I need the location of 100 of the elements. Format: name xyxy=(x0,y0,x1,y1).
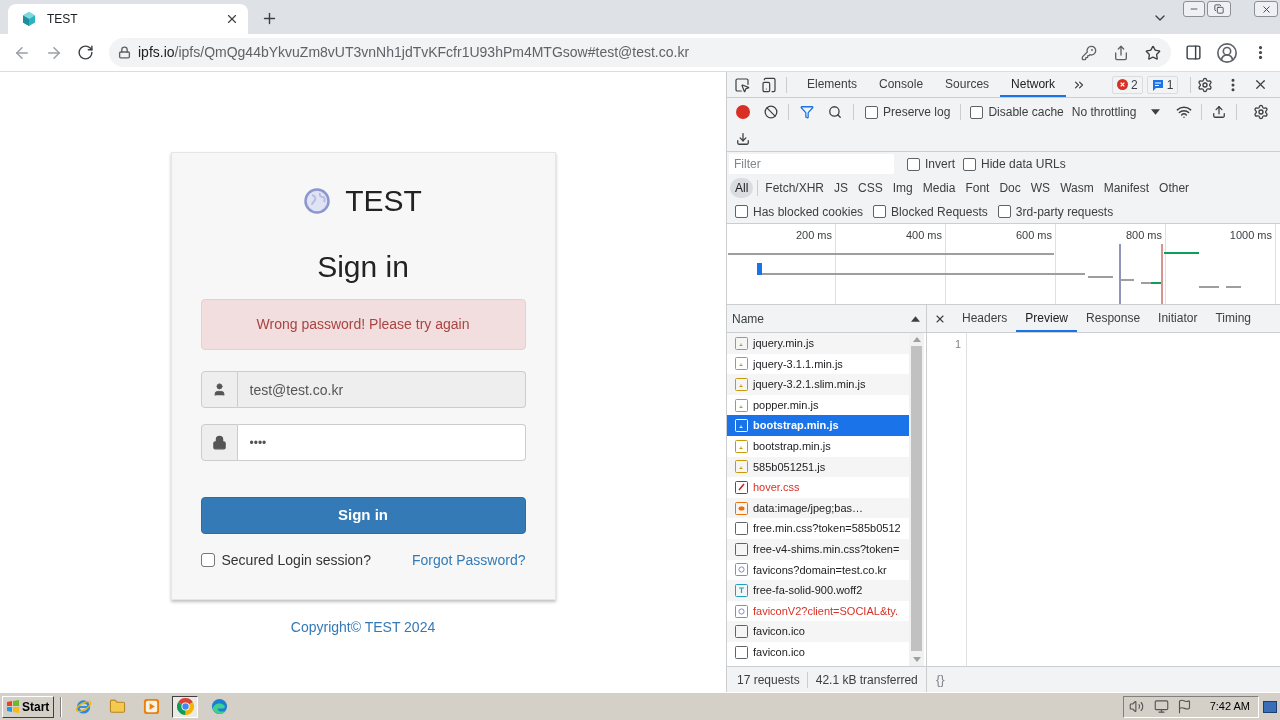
type-filter-button[interactable]: Other xyxy=(1154,178,1195,198)
panel-tab[interactable]: Elements xyxy=(796,72,869,97)
checkbox[interactable] xyxy=(735,205,748,218)
profile-icon[interactable] xyxy=(1216,41,1238,64)
settings-icon[interactable] xyxy=(1253,104,1270,120)
clear-icon[interactable] xyxy=(764,105,778,119)
throttling-dropdown[interactable]: No throttling xyxy=(1071,102,1161,122)
start-button[interactable]: Start xyxy=(2,695,54,718)
checkbox[interactable] xyxy=(865,105,878,119)
type-filter-button[interactable]: CSS xyxy=(853,178,888,198)
sign-in-button[interactable]: Sign in xyxy=(200,497,526,534)
download-icon[interactable] xyxy=(736,131,750,146)
checkbox[interactable] xyxy=(963,157,976,171)
messages-button[interactable]: 1 xyxy=(1146,75,1179,94)
browser-tab[interactable]: TEST xyxy=(8,4,248,34)
checkbox[interactable] xyxy=(907,157,920,171)
checkbox-label: Secured Login session? xyxy=(221,550,371,570)
checkbox[interactable] xyxy=(997,205,1011,218)
flag-icon[interactable] xyxy=(1176,699,1192,714)
request-row[interactable]: jquery.min.js xyxy=(727,333,909,354)
record-icon[interactable] xyxy=(736,105,750,119)
checkbox-label: Disable cache xyxy=(988,104,1064,121)
address-bar[interactable]: ipfs.io/ipfs/QmQg44bYkvuZm8vUT3vnNh1jdTvKFcfr1U93hPm4MTGsow#test@test.co.kr xyxy=(109,38,1171,67)
side-panel-icon[interactable] xyxy=(1185,44,1202,61)
device-toolbar-icon[interactable] xyxy=(761,76,777,93)
panel-tab[interactable]: Network xyxy=(1000,72,1067,97)
type-filter-button[interactable]: Font xyxy=(960,178,995,198)
image-file-icon xyxy=(735,562,748,578)
password-field[interactable]: •••• xyxy=(237,424,526,461)
search-icon[interactable] xyxy=(828,105,842,119)
scrollbar[interactable] xyxy=(909,333,924,666)
request-row[interactable]: 585b051251.js xyxy=(727,456,909,478)
type-filter-button[interactable]: Img xyxy=(887,178,918,198)
checkbox[interactable] xyxy=(873,205,887,218)
timeline-tick-label: 1000 ms xyxy=(1229,228,1272,242)
timeline-tick-label: 200 ms xyxy=(795,228,832,242)
stylesheet-file-icon xyxy=(735,479,748,495)
clock-text: 7:42 AM xyxy=(1209,699,1250,715)
type-filter-button[interactable]: Doc xyxy=(994,178,1026,198)
errors-button[interactable]: 2 xyxy=(1112,75,1143,94)
line-number: 1 xyxy=(954,337,961,352)
panel-tab[interactable]: Sources xyxy=(934,72,1001,97)
checkbox[interactable] xyxy=(200,553,215,567)
checkbox-label: Hide data URLs xyxy=(981,156,1066,173)
detail-tab[interactable]: Response xyxy=(1077,305,1150,332)
settings-icon[interactable] xyxy=(1197,76,1214,93)
show-desktop-icon[interactable] xyxy=(1263,700,1277,713)
checkbox[interactable] xyxy=(970,105,984,119)
request-row[interactable]: bootstrap.min.js xyxy=(727,415,909,436)
request-row[interactable]: free-fa-solid-900.woff2 xyxy=(727,580,909,601)
speaker-icon[interactable] xyxy=(1128,699,1144,714)
request-row[interactable]: data:image/jpeg;bas… xyxy=(727,497,909,519)
lock-icon xyxy=(118,46,131,59)
request-row[interactable]: jquery-3.2.1.slim.min.js xyxy=(727,374,909,395)
filter-field[interactable]: Filter xyxy=(729,154,894,174)
restore-button[interactable] xyxy=(1207,1,1231,17)
request-row[interactable]: favicon.ico xyxy=(727,621,909,642)
type-filter-button[interactable]: All xyxy=(730,178,754,198)
taskbar-app-button[interactable] xyxy=(172,695,198,718)
url-text: ipfs.io/ipfs/QmQg44bYkvuZm8vUT3vnNh1jdTvKFcfr1U93hPm4MTGsow#test@test.co.kr xyxy=(138,43,690,62)
forgot-password-link[interactable]: Forgot Password? xyxy=(411,549,526,571)
detail-tab[interactable]: Headers xyxy=(953,305,1017,332)
type-filter-button[interactable]: JS xyxy=(829,178,854,198)
detail-tab[interactable]: Preview xyxy=(1016,305,1078,332)
type-filter-button[interactable]: WS xyxy=(1025,178,1056,198)
checkbox-label: Preserve log xyxy=(883,104,951,121)
request-row[interactable]: free-v4-shims.min.css?token= xyxy=(727,538,909,560)
error-icon xyxy=(1117,79,1129,90)
file-icon xyxy=(735,521,748,537)
inspect-icon[interactable] xyxy=(734,76,750,93)
error-alert: Wrong password! Please try again xyxy=(200,299,526,350)
detail-tab[interactable]: Timing xyxy=(1206,305,1260,332)
type-filter-button[interactable]: Wasm xyxy=(1055,178,1099,198)
user-icon xyxy=(200,371,238,408)
script-file-icon xyxy=(735,438,748,454)
wifi-icon[interactable] xyxy=(1176,104,1193,120)
key-icon[interactable] xyxy=(1081,44,1097,61)
network-icon[interactable] xyxy=(1153,699,1169,714)
type-filter-button[interactable]: Fetch/XHR xyxy=(760,178,830,198)
reload-icon[interactable] xyxy=(77,44,94,61)
lock-icon xyxy=(200,424,238,461)
file-icon xyxy=(735,624,748,640)
type-filter-button[interactable]: Media xyxy=(917,178,961,198)
font-file-icon xyxy=(735,582,748,598)
star-icon[interactable] xyxy=(1145,44,1161,61)
type-filter-button[interactable]: Manifest xyxy=(1098,178,1155,198)
sign-in-heading: Sign in xyxy=(316,249,410,285)
share-icon[interactable] xyxy=(1113,44,1129,61)
panel-tab[interactable]: Console xyxy=(868,72,935,97)
filter-icon[interactable] xyxy=(800,105,814,119)
script-file-icon xyxy=(735,418,748,434)
globe-icon xyxy=(304,188,331,214)
minimize-button[interactable] xyxy=(1183,1,1205,17)
scrollbar-thumb[interactable] xyxy=(911,346,922,651)
close-window-button[interactable] xyxy=(1254,1,1278,17)
folder-icon xyxy=(108,698,126,715)
close-icon[interactable] xyxy=(225,12,239,26)
detail-tab[interactable]: Initiator xyxy=(1149,305,1207,332)
upload-icon[interactable] xyxy=(1212,105,1227,119)
copyright-link[interactable]: Copyright© TEST 2024 xyxy=(290,617,436,638)
